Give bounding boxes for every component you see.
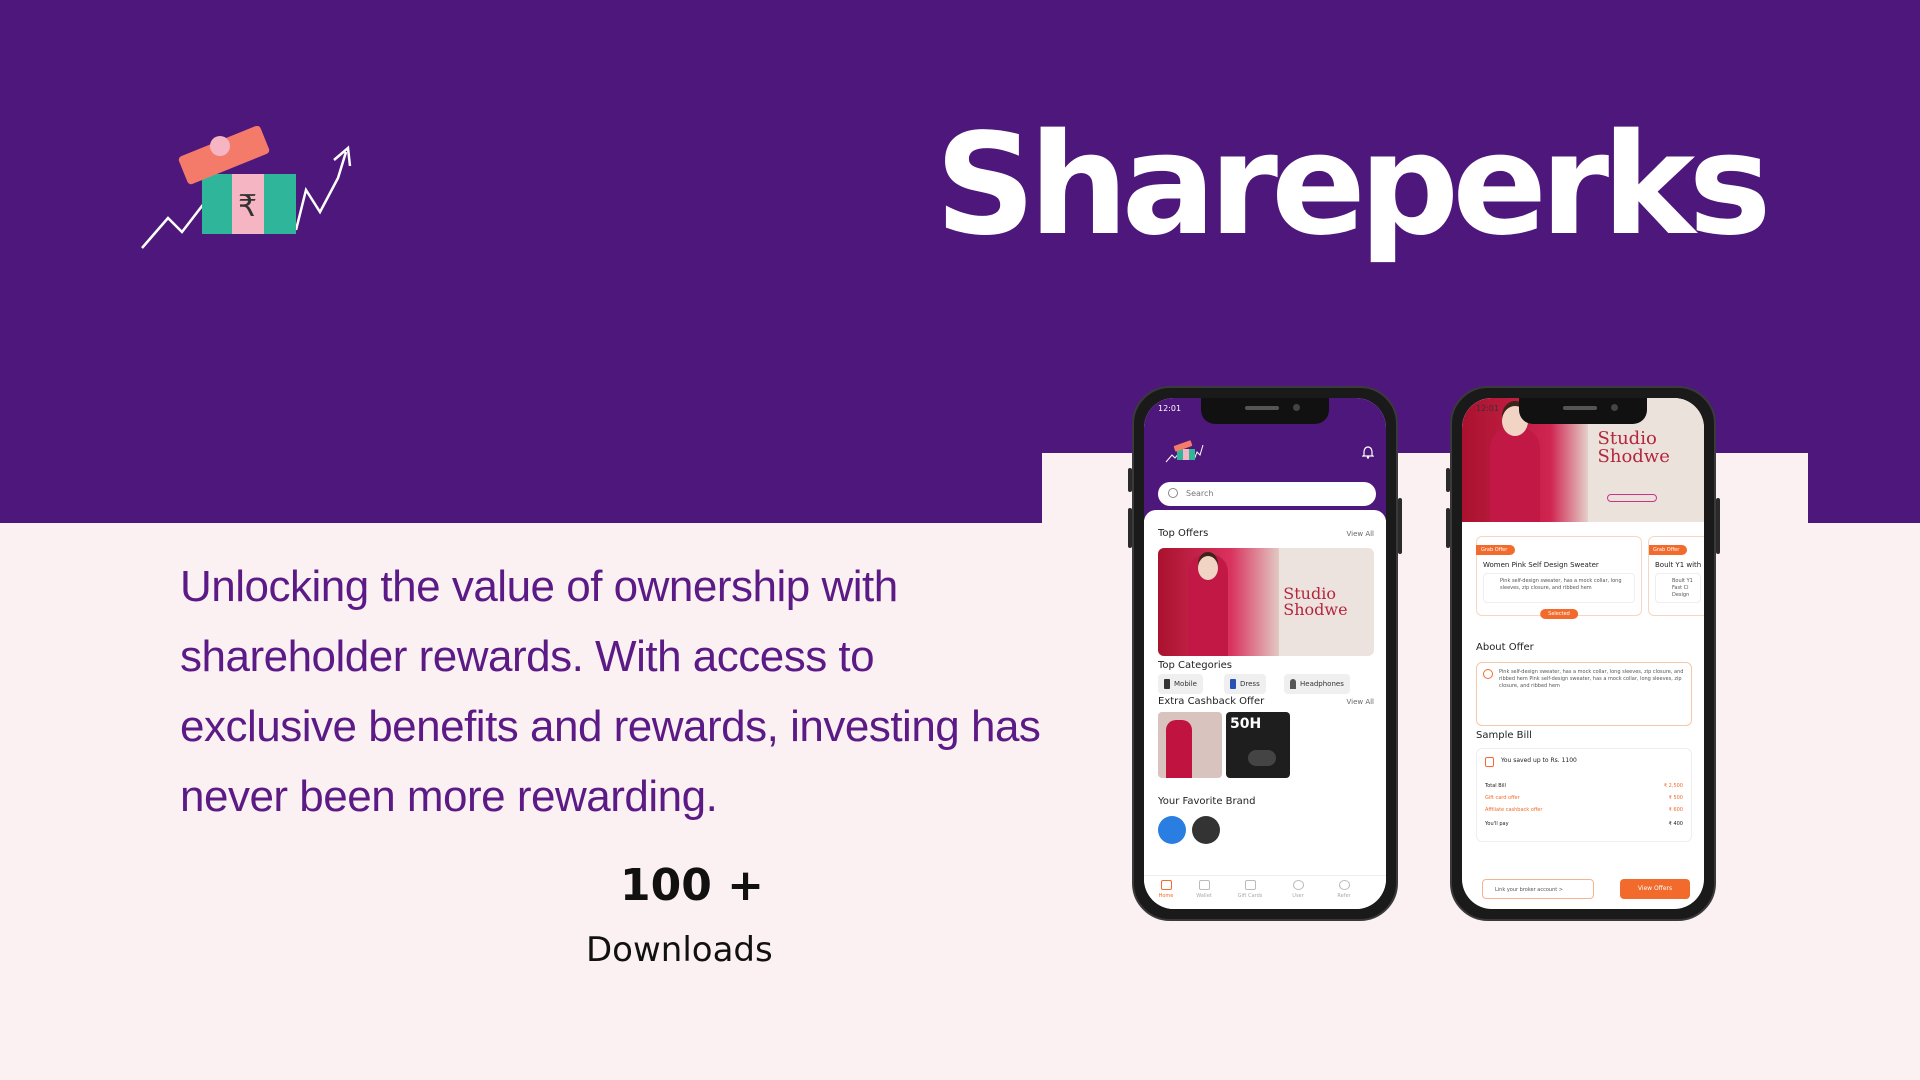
tab-refer[interactable]: Refer <box>1324 880 1364 899</box>
phone-home-mockup: 12:01 Search Top Offers View All Studio … <box>1128 386 1402 921</box>
search-placeholder: Search <box>1186 489 1214 498</box>
offer-title: Boult Y1 with <box>1655 561 1702 569</box>
phone-offer-mockup: Studio Shodwe 12:01 Grab Offer Women Pin… <box>1446 386 1720 921</box>
search-input[interactable]: Search <box>1158 482 1376 506</box>
gift-card-icon <box>1244 880 1256 890</box>
top-offer-banner[interactable]: Studio Shodwe <box>1158 548 1374 656</box>
bill-row: You'll pay ₹ 400 <box>1485 821 1683 827</box>
favorite-brand-title: Your Favorite Brand <box>1158 796 1256 807</box>
offer-description: Pink self-design sweater, has a mock col… <box>1483 573 1635 603</box>
mobile-icon <box>1164 679 1170 689</box>
downloads-count: 100 + <box>620 860 765 911</box>
headphones-icon <box>1290 679 1296 689</box>
extra-cashback-title: Extra Cashback Offer <box>1158 696 1265 707</box>
home-screen: 12:01 Search Top Offers View All Studio … <box>1144 398 1386 909</box>
about-offer-title: About Offer <box>1476 642 1534 653</box>
shareperks-logo-icon: ₹ <box>141 126 352 249</box>
refer-icon <box>1338 880 1350 890</box>
bill-row: Gift card offer ₹ 500 <box>1485 795 1683 801</box>
brand-circle[interactable] <box>1192 816 1220 844</box>
notch <box>1201 398 1329 424</box>
tagline: Unlocking the value of ownership with sh… <box>180 562 1041 821</box>
user-icon <box>1292 880 1304 890</box>
offer-card-earbuds[interactable]: Grab Offer Boult Y1 with Boult Y1 Fast C… <box>1648 536 1704 616</box>
offer-screen: Studio Shodwe 12:01 Grab Offer Women Pin… <box>1462 398 1704 909</box>
offer-card-sweater[interactable]: Grab Offer Women Pink Self Design Sweate… <box>1476 536 1642 619</box>
home-icon <box>1160 880 1172 890</box>
brand-title: Shareperks <box>935 104 1772 267</box>
tab-user[interactable]: User <box>1278 880 1318 899</box>
receipt-icon <box>1485 757 1494 767</box>
brand-circle[interactable] <box>1158 816 1186 844</box>
downloads-label: Downloads <box>586 930 773 970</box>
sample-bill-card: You saved up to Rs. 1100 Total Bill ₹ 2,5… <box>1476 748 1692 842</box>
link-broker-button[interactable]: Link your broker account > <box>1482 879 1594 899</box>
offer-description: Boult Y1 Fast Cl Design <box>1655 573 1701 603</box>
offer-badge-icon <box>1483 669 1493 679</box>
cashback-tile-earbuds[interactable]: 50H <box>1226 712 1290 778</box>
selected-badge: Selected <box>1540 609 1578 619</box>
search-icon <box>1168 488 1178 498</box>
bill-row: Total Bill ₹ 2,500 <box>1485 783 1683 789</box>
tab-home[interactable]: Home <box>1146 880 1186 899</box>
bill-row: Affiliate cashback offer ₹ 600 <box>1485 807 1683 813</box>
cashback-tile-sweater[interactable] <box>1158 712 1222 778</box>
top-offers-title: Top Offers <box>1158 528 1209 539</box>
banner-brand-text: Studio Shodwe <box>1283 584 1348 619</box>
extra-cashback-view-all-link[interactable]: View All <box>1346 698 1374 706</box>
tab-gift-cards[interactable]: Gift Cards <box>1230 880 1270 899</box>
svg-text:₹: ₹ <box>238 189 257 224</box>
grab-offer-badge: Grab Offer <box>1476 545 1516 555</box>
bell-icon[interactable] <box>1362 446 1374 459</box>
top-offers-view-all-link[interactable]: View All <box>1346 530 1374 538</box>
about-offer-box: Pink self-design sweater, has a mock col… <box>1476 662 1692 726</box>
category-headphones[interactable]: Headphones <box>1284 674 1350 694</box>
notch <box>1519 398 1647 424</box>
category-mobile[interactable]: Mobile <box>1158 674 1203 694</box>
hero-brand-text: Studio Shodwe <box>1597 428 1670 467</box>
sample-bill-title: Sample Bill <box>1476 730 1532 741</box>
savings-text: You saved up to Rs. 1100 <box>1501 757 1577 764</box>
bottom-tab-bar: Home Wallet Gift Cards User Refer <box>1144 875 1386 909</box>
grab-offer-badge: Grab Offer <box>1649 545 1688 555</box>
status-time: 12:01 <box>1476 404 1500 413</box>
dress-icon <box>1230 679 1236 689</box>
wallet-icon <box>1198 880 1210 890</box>
status-time: 12:01 <box>1158 404 1182 413</box>
app-logo-icon <box>1165 440 1204 463</box>
offer-title: Women Pink Self Design Sweater <box>1483 561 1599 569</box>
view-offers-button[interactable]: View Offers <box>1620 879 1690 899</box>
tab-wallet[interactable]: Wallet <box>1184 880 1224 899</box>
category-dress[interactable]: Dress <box>1224 674 1266 694</box>
top-categories-title: Top Categories <box>1158 660 1232 671</box>
